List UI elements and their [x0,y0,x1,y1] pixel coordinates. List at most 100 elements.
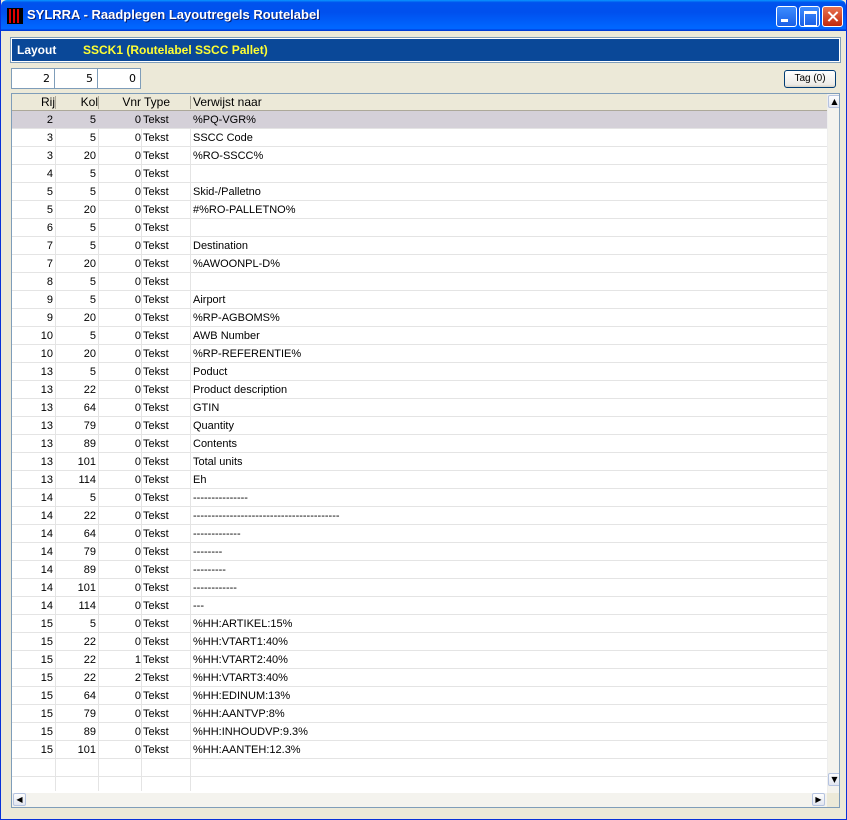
table-row[interactable]: 15 22 2 Tekst %HH:VTART3:40% [12,669,827,687]
cell-rij: 13 [40,402,53,414]
table-row[interactable]: 15 22 1 Tekst %HH:VTART2:40% [12,651,827,669]
table-row[interactable]: 14 22 0 Tekst ------------------------------… [12,507,827,525]
table-row[interactable]: 14 101 0 Tekst ------------ [12,579,827,597]
cell-rij: 14 [40,582,53,594]
scroll-left-icon[interactable]: ◀ [13,793,26,806]
column-header-kol[interactable]: Kol [55,95,98,110]
cell-vnr: 0 [134,438,141,450]
table-row[interactable]: 7 20 0 Tekst %AWOONPL-D% [12,255,827,273]
table-row[interactable]: 13 114 0 Tekst Eh [12,471,827,489]
column-header-rij[interactable]: Rij [12,95,55,110]
minimize-button[interactable] [776,6,797,27]
cell-kol: 22 [83,672,96,684]
cell-vnr: 0 [134,636,141,648]
table-row[interactable]: 10 20 0 Tekst %RP-REFERENTIE% [12,345,827,363]
cell-vnr: 0 [134,690,141,702]
layout-header: Layout SSCK1 (Routelabel SSCC Pallet) [10,37,841,63]
cell-rij: 14 [40,528,53,540]
table-row[interactable]: 10 5 0 Tekst AWB Number [12,327,827,345]
table-row[interactable]: 15 5 0 Tekst %HH:ARTIKEL:15% [12,615,827,633]
column-header-type[interactable]: Type [144,95,192,110]
cell-type: Tekst [143,420,169,432]
horizontal-scrollbar[interactable]: ◀ ▶ [12,793,827,807]
table-row[interactable]: 15 64 0 Tekst %HH:EDINUM:13% [12,687,827,705]
cell-type: Tekst [143,546,169,558]
scroll-right-icon[interactable]: ▶ [812,793,825,806]
cell-kol: 5 [89,492,96,504]
cell-vnr: 0 [134,240,141,252]
tag-button[interactable]: Tag (0) [784,70,836,88]
table-row[interactable]: 4 5 0 Tekst [12,165,827,183]
table-row[interactable]: 15 79 0 Tekst %HH:AANTVP:8% [12,705,827,723]
title-bar[interactable]: SYLRRA - Raadplegen Layoutregels Routela… [1,0,846,31]
table-row[interactable]: 3 5 0 Tekst SSCC Code [12,129,827,147]
cell-kol: 114 [78,474,96,486]
table-row[interactable]: 2 5 0 Tekst %PQ-VGR% [12,111,827,129]
table-row[interactable]: 14 114 0 Tekst --- [12,597,827,615]
scroll-down-icon[interactable]: ▼ [828,773,839,786]
table-row[interactable]: 9 20 0 Tekst %RP-AGBOMS% [12,309,827,327]
cell-rij: 10 [40,330,53,342]
table-row[interactable]: 15 89 0 Tekst %HH:INHOUDVP:9.3% [12,723,827,741]
cell-ref: %RP-AGBOMS% [193,312,280,324]
vertical-scrollbar[interactable]: ▲ ▼ [827,94,839,793]
kol-filter-input[interactable]: 5 [54,68,98,89]
cell-type: Tekst [143,456,169,468]
table-row[interactable]: 15 101 0 Tekst %HH:AANTEH:12.3% [12,741,827,759]
cell-rij: 14 [40,546,53,558]
cell-rij: 8 [46,276,53,288]
table-row[interactable]: 13 79 0 Tekst Quantity [12,417,827,435]
scroll-up-icon[interactable]: ▲ [828,95,839,108]
cell-rij: 14 [40,600,53,612]
rij-filter-input[interactable]: 2 [11,68,55,89]
cell-vnr: 0 [134,744,141,756]
cell-rij: 14 [40,564,53,576]
table-row[interactable]: 13 64 0 Tekst GTIN [12,399,827,417]
cell-vnr: 0 [134,582,141,594]
column-header-verwijst-naar[interactable]: Verwijst naar [193,95,493,110]
close-button[interactable] [822,6,843,27]
table-row[interactable]: 5 20 0 Tekst #%RO-PALLETNO% [12,201,827,219]
cell-kol: 79 [83,546,96,558]
table-row[interactable]: 5 5 0 Tekst Skid-/Palletno [12,183,827,201]
cell-kol: 5 [89,114,96,126]
cell-rij: 3 [46,132,53,144]
cell-rij: 9 [46,312,53,324]
cell-type: Tekst [143,150,169,162]
app-icon[interactable] [7,8,23,24]
table-row[interactable]: 13 101 0 Tekst Total units [12,453,827,471]
table-row[interactable]: 14 89 0 Tekst --------- [12,561,827,579]
window-title: SYLRRA - Raadplegen Layoutregels Routela… [27,7,320,22]
table-row[interactable]: 3 20 0 Tekst %RO-SSCC% [12,147,827,165]
cell-kol: 5 [89,132,96,144]
table-row[interactable]: 14 5 0 Tekst --------------- [12,489,827,507]
cell-vnr: 0 [134,222,141,234]
layout-rules-table[interactable]: Rij Kol Vnr Type Verwijst naar 2 5 0 Tekst%… [11,93,840,808]
cell-vnr: 0 [134,600,141,612]
table-row[interactable]: 7 5 0 Tekst Destination [12,237,827,255]
vnr-filter-input[interactable]: 0 [97,68,141,89]
table-row[interactable]: 14 79 0 Tekst -------- [12,543,827,561]
cell-kol: 20 [83,204,96,216]
cell-type: Tekst [143,708,169,720]
cell-ref: Contents [193,438,238,450]
cell-rij: 13 [40,456,53,468]
cell-rij: 13 [40,438,53,450]
cell-vnr: 0 [134,564,141,576]
table-row[interactable]: 14 64 0 Tekst ------------- [12,525,827,543]
column-header-vnr[interactable]: Vnr [98,95,141,110]
table-row[interactable]: 13 5 0 Tekst Poduct [12,363,827,381]
table-row[interactable]: 6 5 0 Tekst [12,219,827,237]
table-row[interactable]: 8 5 0 Tekst [12,273,827,291]
cell-rij: 4 [46,168,53,180]
table-row[interactable]: 15 22 0 Tekst %HH:VTART1:40% [12,633,827,651]
table-row[interactable]: 13 89 0 Tekst Contents [12,435,827,453]
cell-kol: 5 [89,222,96,234]
cell-rij: 13 [40,366,53,378]
cell-type: Tekst [143,294,169,306]
cell-ref: %RP-REFERENTIE% [193,348,302,360]
table-row[interactable]: 13 22 0 Tekst Product description [12,381,827,399]
maximize-button[interactable] [799,6,820,27]
cell-vnr: 0 [134,726,141,738]
table-row[interactable]: 9 5 0 Tekst Airport [12,291,827,309]
